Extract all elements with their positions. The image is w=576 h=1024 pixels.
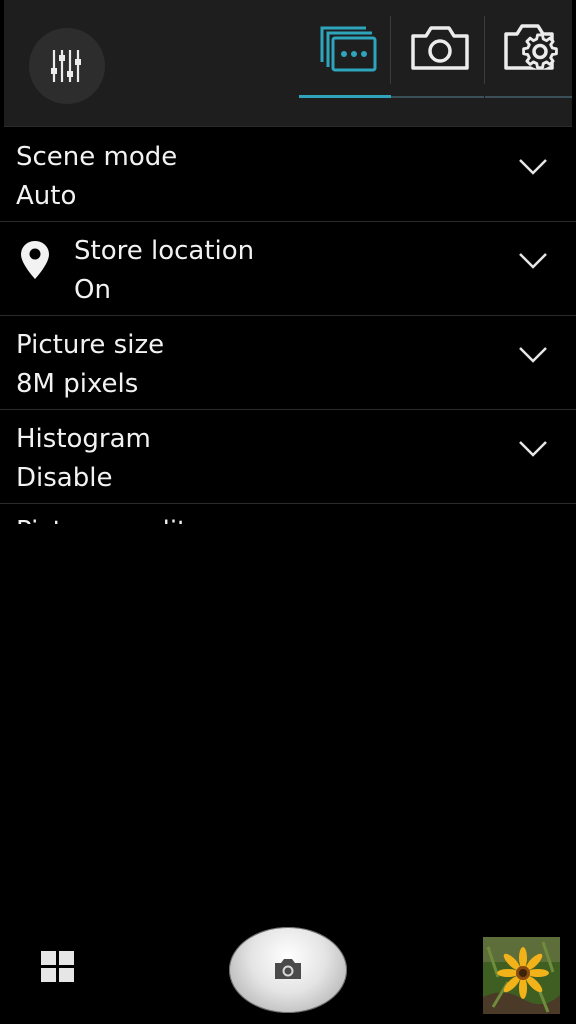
grid-button[interactable] [41, 951, 75, 983]
tab-general-settings[interactable] [485, 0, 572, 98]
setting-picture-quality[interactable]: Picture quality [0, 504, 576, 524]
setting-title: Scene mode [16, 142, 178, 172]
setting-value: 8M pixels [16, 369, 139, 399]
adjustments-button[interactable] [29, 28, 105, 104]
camera-icon [411, 26, 469, 70]
chevron-down-icon [519, 159, 547, 175]
setting-title: Histogram [16, 424, 151, 454]
setting-histogram[interactable]: Histogram Disable [0, 410, 576, 504]
tab-more-settings[interactable] [299, 0, 391, 98]
tab-indicator [391, 96, 484, 98]
chevron-down-icon [519, 253, 547, 269]
setting-scene-mode[interactable]: Scene mode Auto [0, 128, 576, 222]
setting-title: Picture quality [16, 516, 203, 524]
tab-camera-settings[interactable] [391, 0, 484, 98]
setting-value: Auto [16, 181, 77, 211]
tab-active-indicator [299, 95, 391, 98]
chevron-down-icon [519, 441, 547, 457]
location-pin-icon [21, 241, 49, 279]
gallery-thumbnail[interactable] [483, 937, 560, 1014]
flower-photo-thumbnail [483, 937, 560, 1014]
tab-indicator [485, 96, 572, 98]
setting-value: Disable [16, 463, 113, 493]
setting-store-location[interactable]: Store location On [0, 222, 576, 316]
gear-camera-icon [504, 24, 558, 70]
camera-settings-screen: Scene mode Auto Store location On Pictur… [0, 0, 576, 1024]
settings-list: Scene mode Auto Store location On Pictur… [0, 128, 576, 528]
sliders-icon [51, 50, 81, 82]
grid-icon [41, 951, 56, 965]
chevron-down-icon [519, 347, 547, 363]
dots-frames-icon [320, 26, 377, 72]
camera-icon [275, 959, 301, 979]
grid-icon-cell [59, 968, 74, 982]
grid-icon-cell [59, 951, 74, 965]
settings-top-bar [4, 0, 572, 127]
setting-picture-size[interactable]: Picture size 8M pixels [0, 316, 576, 410]
setting-title: Picture size [16, 330, 165, 360]
shutter-button[interactable] [229, 927, 347, 1013]
setting-value: On [74, 275, 111, 305]
grid-icon-cell [41, 968, 56, 982]
setting-title: Store location [74, 236, 255, 266]
